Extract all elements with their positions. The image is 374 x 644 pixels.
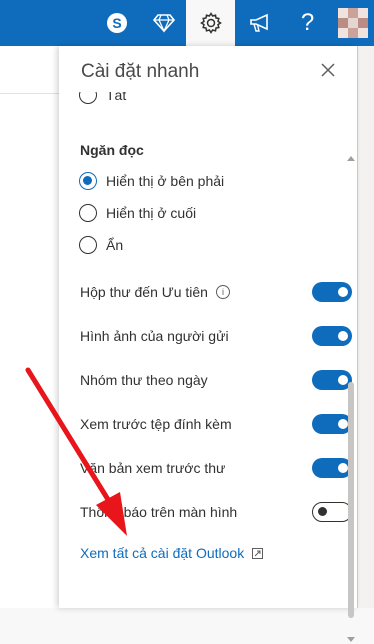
close-icon [321, 63, 335, 77]
skype-icon: S [106, 13, 127, 33]
view-all-settings-link[interactable]: Xem tất cả cài đặt Outlook [80, 545, 244, 561]
quick-settings-panel: Cài đặt nhanh Tắt Ngăn đọc Hiển thị ở bê… [59, 46, 357, 642]
sender-images-row: Hình ảnh của người gửi [80, 325, 352, 347]
mail-list-background [0, 46, 59, 608]
scroll-up-icon[interactable] [346, 154, 356, 162]
scroll-down-icon[interactable] [346, 636, 356, 644]
reading-pane-right[interactable]: Hiển thị ở bên phải [79, 172, 224, 190]
help-icon: ? [300, 9, 315, 36]
scrollbar[interactable] [344, 92, 356, 642]
top-bar: S ? [0, 0, 374, 46]
radio-button[interactable] [79, 92, 97, 104]
radio-button[interactable] [79, 236, 97, 254]
all-settings-link-row: Xem tất cả cài đặt Outlook [80, 545, 264, 561]
message-preview-row: Văn bản xem trước thư [80, 457, 352, 479]
reading-pane-heading: Ngăn đọc [80, 142, 144, 158]
toggle-label: Thông báo trên màn hình [80, 504, 238, 520]
divider [0, 93, 59, 94]
help-button[interactable]: ? [283, 0, 332, 46]
reading-pane-hide[interactable]: Ẩn [79, 236, 123, 254]
toggle-label: Hình ảnh của người gửi [80, 328, 229, 344]
radio-button-checked[interactable] [79, 172, 97, 190]
diamond-icon [152, 14, 175, 33]
avatar[interactable] [338, 8, 368, 38]
radio-label: Hiển thị ở cuối [106, 205, 197, 221]
settings-button[interactable] [186, 0, 235, 46]
whats-new-button[interactable] [235, 0, 284, 46]
radio-button[interactable] [79, 204, 97, 222]
toggle-label: Hộp thư đến Ưu tiên [80, 284, 208, 300]
group-by-date-row: Nhóm thư theo ngày [80, 369, 352, 391]
svg-text:S: S [112, 15, 121, 31]
close-button[interactable] [317, 59, 339, 81]
reading-pane-bottom[interactable]: Hiển thị ở cuối [79, 204, 196, 222]
radio-option-off[interactable]: Tắt [79, 92, 126, 104]
settings-scroll-area: Tắt Ngăn đọc Hiển thị ở bên phải Hiển th… [59, 92, 357, 608]
toggle-label: Nhóm thư theo ngày [80, 372, 208, 388]
focused-inbox-row: Hộp thư đến Ưu tiên i [80, 281, 352, 303]
radio-label: Ẩn [106, 237, 124, 253]
toggle-label: Xem trước tệp đính kèm [80, 416, 232, 432]
skype-button[interactable]: S [92, 0, 141, 46]
premium-button[interactable] [139, 0, 188, 46]
toggle-label: Văn bản xem trước thư [80, 460, 226, 476]
attachment-preview-row: Xem trước tệp đính kèm [80, 413, 352, 435]
desktop-notifications-row: Thông báo trên màn hình [80, 501, 352, 523]
open-external-icon [252, 547, 264, 559]
scrollbar-thumb[interactable] [348, 382, 354, 618]
megaphone-icon [249, 13, 268, 32]
info-icon[interactable]: i [215, 285, 230, 299]
page-edge [357, 46, 374, 608]
panel-title: Cài đặt nhanh [81, 61, 200, 82]
radio-label: Hiển thị ở bên phải [106, 173, 225, 189]
gear-icon [199, 12, 222, 34]
radio-label: Tắt [106, 92, 127, 103]
